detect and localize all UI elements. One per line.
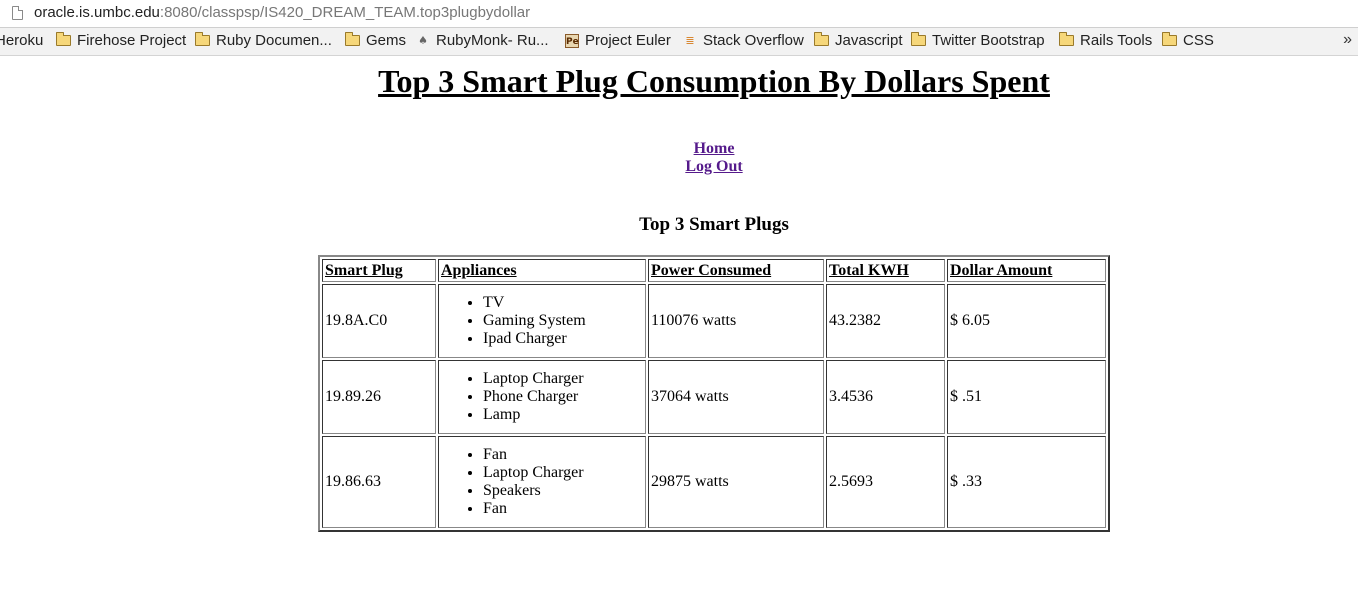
bookmark-firehose-project[interactable]: Firehose Project xyxy=(56,32,186,49)
folder-icon xyxy=(911,32,926,46)
bookmark-ruby-documentation[interactable]: Ruby Documen... xyxy=(195,32,332,49)
folder-icon xyxy=(1059,32,1074,46)
column-header-total-kwh: Total KWH xyxy=(826,259,945,282)
bookmark-label: Project Euler xyxy=(585,32,671,49)
rubymonk-icon: ♠ xyxy=(418,33,428,47)
cell-dollar-amount: $ .33 xyxy=(947,436,1106,528)
list-item: Fan xyxy=(483,500,643,518)
bookmark-label: CSS xyxy=(1183,32,1214,49)
smart-plugs-table: Smart Plug Appliances Power Consumed Tot… xyxy=(318,255,1110,532)
bookmark-css[interactable]: CSS xyxy=(1162,32,1214,49)
list-item: Laptop Charger xyxy=(483,370,643,388)
cell-dollar-amount: $ .51 xyxy=(947,360,1106,434)
bookmark-javascript[interactable]: Javascript xyxy=(814,32,903,49)
list-item: Phone Charger xyxy=(483,388,643,406)
cell-smart-plug: 19.86.63 xyxy=(322,436,436,528)
bookmark-label: Firehose Project xyxy=(77,32,187,49)
bookmark-label: Twitter Bootstrap xyxy=(932,32,1045,49)
home-link[interactable]: Home xyxy=(694,140,735,157)
bookmark-label: Heroku xyxy=(0,32,44,49)
bookmark-rubymonk[interactable]: ♠ RubyMonk- Ru... xyxy=(416,32,549,49)
cell-appliances: Fan Laptop Charger Speakers Fan xyxy=(438,436,646,528)
url-path: :8080/classpsp/IS420_DREAM_TEAM.top3plug… xyxy=(159,4,531,21)
folder-icon xyxy=(1162,32,1177,46)
appliance-list: Fan Laptop Charger Speakers Fan xyxy=(441,446,643,518)
url-text[interactable]: oracle.is.umbc.edu:8080/classpsp/IS420_D… xyxy=(34,4,530,21)
folder-icon xyxy=(814,32,829,46)
stack-overflow-icon: ≣ xyxy=(685,33,695,47)
cell-smart-plug: 19.89.26 xyxy=(322,360,436,434)
folder-icon xyxy=(56,32,71,46)
column-header-appliances: Appliances xyxy=(438,259,646,282)
list-item: TV xyxy=(483,294,643,312)
address-bar[interactable]: oracle.is.umbc.edu:8080/classpsp/IS420_D… xyxy=(0,0,1358,28)
cell-appliances: Laptop Charger Phone Charger Lamp xyxy=(438,360,646,434)
bookmark-label: RubyMonk- Ru... xyxy=(436,32,549,49)
list-item: Lamp xyxy=(483,406,643,424)
appliance-list: Laptop Charger Phone Charger Lamp xyxy=(441,370,643,424)
section-title: Top 3 Smart Plugs xyxy=(639,214,789,235)
bookmark-stack-overflow[interactable]: ≣ Stack Overflow xyxy=(683,32,804,49)
nav-links: Home Log Out xyxy=(0,140,1358,176)
page-icon xyxy=(12,6,23,20)
cell-dollar-amount: $ 6.05 xyxy=(947,284,1106,358)
cell-power-consumed: 29875 watts xyxy=(648,436,824,528)
bookmark-label: Ruby Documen... xyxy=(216,32,332,49)
list-item: Gaming System xyxy=(483,312,643,330)
bookmark-gems[interactable]: Gems xyxy=(345,32,406,49)
list-item: Speakers xyxy=(483,482,643,500)
table-header-row: Smart Plug Appliances Power Consumed Tot… xyxy=(322,259,1106,282)
bookmark-rails-tools[interactable]: Rails Tools xyxy=(1059,32,1152,49)
bookmark-label: Stack Overflow xyxy=(703,32,804,49)
cell-smart-plug: 19.8A.C0 xyxy=(322,284,436,358)
column-header-smart-plug: Smart Plug xyxy=(322,259,436,282)
cell-total-kwh: 43.2382 xyxy=(826,284,945,358)
folder-icon xyxy=(345,32,360,46)
bookmark-project-euler[interactable]: Pe Project Euler xyxy=(565,32,671,49)
bookmark-label: Rails Tools xyxy=(1080,32,1153,49)
bookmark-heroku[interactable]: Heroku xyxy=(0,32,43,49)
cell-power-consumed: 110076 watts xyxy=(648,284,824,358)
list-item: Laptop Charger xyxy=(483,464,643,482)
bookmark-twitter-bootstrap[interactable]: Twitter Bootstrap xyxy=(911,32,1045,49)
bookmark-label: Gems xyxy=(366,32,407,49)
table-row: 19.8A.C0 TV Gaming System Ipad Charger 1… xyxy=(322,284,1106,358)
folder-icon xyxy=(195,32,210,46)
cell-total-kwh: 3.4536 xyxy=(826,360,945,434)
table-row: 19.86.63 Fan Laptop Charger Speakers Fan… xyxy=(322,436,1106,528)
list-item: Ipad Charger xyxy=(483,330,643,348)
column-header-dollar-amount: Dollar Amount xyxy=(947,259,1106,282)
appliance-list: TV Gaming System Ipad Charger xyxy=(441,294,643,348)
logout-link[interactable]: Log Out xyxy=(685,158,742,175)
bookmarks-bar: Heroku Firehose Project Ruby Documen... … xyxy=(0,28,1358,56)
column-header-power-consumed: Power Consumed xyxy=(648,259,824,282)
bookmarks-overflow-button[interactable]: » xyxy=(1343,31,1352,49)
list-item: Fan xyxy=(483,446,643,464)
cell-appliances: TV Gaming System Ipad Charger xyxy=(438,284,646,358)
bookmark-label: Javascript xyxy=(835,32,903,49)
cell-power-consumed: 37064 watts xyxy=(648,360,824,434)
page-title: Top 3 Smart Plug Consumption By Dollars … xyxy=(378,63,1050,99)
cell-total-kwh: 2.5693 xyxy=(826,436,945,528)
url-host: oracle.is.umbc.edu xyxy=(34,4,160,21)
table-row: 19.89.26 Laptop Charger Phone Charger La… xyxy=(322,360,1106,434)
project-euler-icon: Pe xyxy=(565,33,579,48)
